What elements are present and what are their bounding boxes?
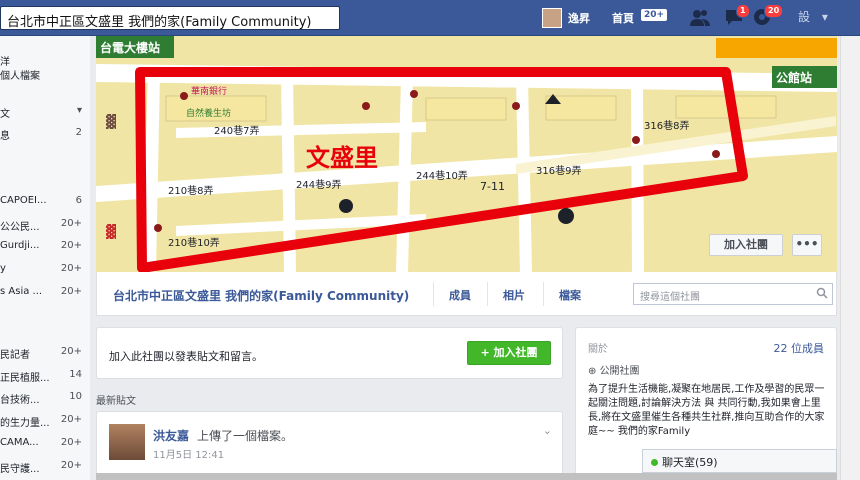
svg-text:▓: ▓ — [106, 224, 116, 240]
alley-label: 316巷8弄 — [644, 120, 689, 132]
sidebar-item[interactable]: 息2 — [0, 127, 82, 142]
friend-requests-icon[interactable] — [690, 8, 712, 28]
left-sidebar: 洋 個人檔案 文▾ 息2 13 CAPOEI...6 公公民...20+ Gur… — [0, 36, 90, 480]
sidebar-item[interactable]: CAPOEI... 6 — [0, 195, 82, 206]
group-description: 為了提升生活機能,凝聚在地居民,工作及學習的民眾一起關注問題,討論解決方法 與 … — [588, 384, 825, 437]
svg-text:▓: ▓ — [106, 114, 116, 130]
avatar — [542, 8, 562, 28]
alley-label: 316巷9弄 — [536, 165, 581, 177]
sidebar-item[interactable]: 的生力量... 20+ — [0, 414, 82, 429]
sidebar-item[interactable]: 民記者 20+ — [0, 346, 82, 361]
join-prompt-text: 加入此社團以發表貼文和留言。 — [109, 350, 263, 363]
horizontal-scrollbar[interactable] — [96, 473, 837, 480]
tab-divider — [543, 282, 544, 306]
alley-label: 244巷9弄 — [296, 179, 341, 191]
chevron-down-icon: ▾ — [821, 10, 828, 24]
sidebar-item[interactable]: Gurdji... 20+ — [0, 240, 82, 251]
post-author-link[interactable]: 洪友嘉 — [153, 427, 189, 444]
chevron-down-icon[interactable]: ⌄ — [543, 424, 552, 437]
sidebar-item[interactable]: 個人檔案 — [0, 67, 82, 82]
food-label: 自然養生坊 — [186, 107, 231, 119]
alley-label: 210巷8弄 — [168, 185, 213, 197]
chevron-down-icon: ▾ — [76, 105, 82, 116]
member-count-link[interactable]: 22 位成員 — [774, 340, 825, 356]
sidebar-item[interactable]: s Asia ... 20+ — [0, 286, 82, 297]
group-nav-bar: 台北市中正區文盛里 我們的家(Family Community) 成員 相片 檔… — [96, 272, 837, 316]
store-label: 7-11 — [480, 180, 505, 193]
vertical-scrollbar[interactable] — [840, 36, 860, 480]
sidebar-item[interactable]: CAMA... 20+ — [0, 437, 82, 448]
plus-icon: + — [480, 346, 494, 359]
join-group-button[interactable]: 加入社團 — [709, 234, 783, 256]
group-name-link[interactable]: 台北市中正區文盛里 我們的家(Family Community) — [113, 287, 409, 304]
settings-label: 設 — [798, 10, 811, 24]
profile-link[interactable]: 逸昇 — [542, 7, 590, 29]
post-timestamp[interactable]: 11月5日 12:41 — [153, 446, 224, 461]
online-dot-icon — [651, 459, 658, 466]
sidebar-item[interactable]: 台技術... 10 — [0, 391, 82, 406]
messages-icon[interactable]: 1 — [724, 4, 750, 28]
globe-icon: ⊕ — [588, 366, 600, 377]
home-link[interactable]: 首頁 — [612, 10, 634, 26]
messages-badge: 1 — [736, 4, 750, 18]
sidebar-item[interactable]: 正民植服... 14 — [0, 369, 82, 384]
cover-photo: 台電大樓站 公館站 文盛里 240巷7弄 210巷8弄 244巷9弄 244巷1… — [96, 36, 837, 272]
sidebar-item[interactable]: 民守護... 20+ — [0, 460, 82, 475]
alley-label: 244巷10弄 — [416, 170, 468, 182]
tab-divider — [487, 282, 488, 306]
chat-sidebar-toggle[interactable]: 聊天室(59) — [642, 449, 837, 473]
more-options-button[interactable]: ••• — [792, 234, 822, 256]
sidebar-item[interactable]: 洋 — [0, 53, 82, 68]
avatar[interactable] — [109, 424, 145, 460]
search-icon — [816, 287, 828, 302]
station-label: 台電大樓站 — [100, 40, 160, 55]
top-bar: 台北市中正區文盛里 我們的家(Family Community) 逸昇 首頁 2… — [0, 0, 860, 36]
tab-photos[interactable]: 相片 — [503, 287, 525, 303]
bank-label: 華南銀行 — [191, 85, 227, 97]
sidebar-item[interactable]: 公公民... 20+ — [0, 218, 82, 233]
join-group-button[interactable]: + 加入社團 — [467, 341, 551, 365]
user-name: 逸昇 — [568, 12, 590, 25]
post-action-text: 上傳了一個檔案。 — [197, 429, 294, 443]
search-input[interactable]: 台北市中正區文盛里 我們的家(Family Community) — [0, 6, 340, 30]
post-card: 洪友嘉 上傳了一個檔案。 11月5日 12:41 ⌄ — [96, 411, 563, 480]
tab-divider — [433, 282, 434, 306]
about-title: 關於 — [588, 344, 608, 355]
notifications-badge: 20 — [764, 4, 784, 18]
station-label: 公館站 — [776, 70, 812, 85]
notifications-icon[interactable]: 20 — [752, 4, 784, 28]
sidebar-item[interactable]: 文 ▾ — [0, 105, 82, 120]
tab-members[interactable]: 成員 — [449, 287, 471, 303]
village-label: 文盛里 — [306, 144, 378, 172]
tab-files[interactable]: 檔案 — [559, 287, 581, 303]
home-count-badge: 20+ — [641, 9, 668, 21]
settings-menu[interactable]: 設 ▾ — [798, 8, 834, 28]
privacy-info: ⊕ 公開社團 — [588, 366, 640, 377]
join-prompt-card: 加入此社團以發表貼文和留言。 + 加入社團 — [96, 327, 563, 379]
group-search-input[interactable]: 搜尋這個社團 — [633, 283, 833, 305]
alley-label: 210巷10弄 — [168, 237, 220, 249]
alley-label: 240巷7弄 — [214, 125, 259, 137]
recent-posts-label: 最新貼文 — [96, 396, 136, 407]
sidebar-item[interactable]: y 20+ — [0, 263, 82, 274]
